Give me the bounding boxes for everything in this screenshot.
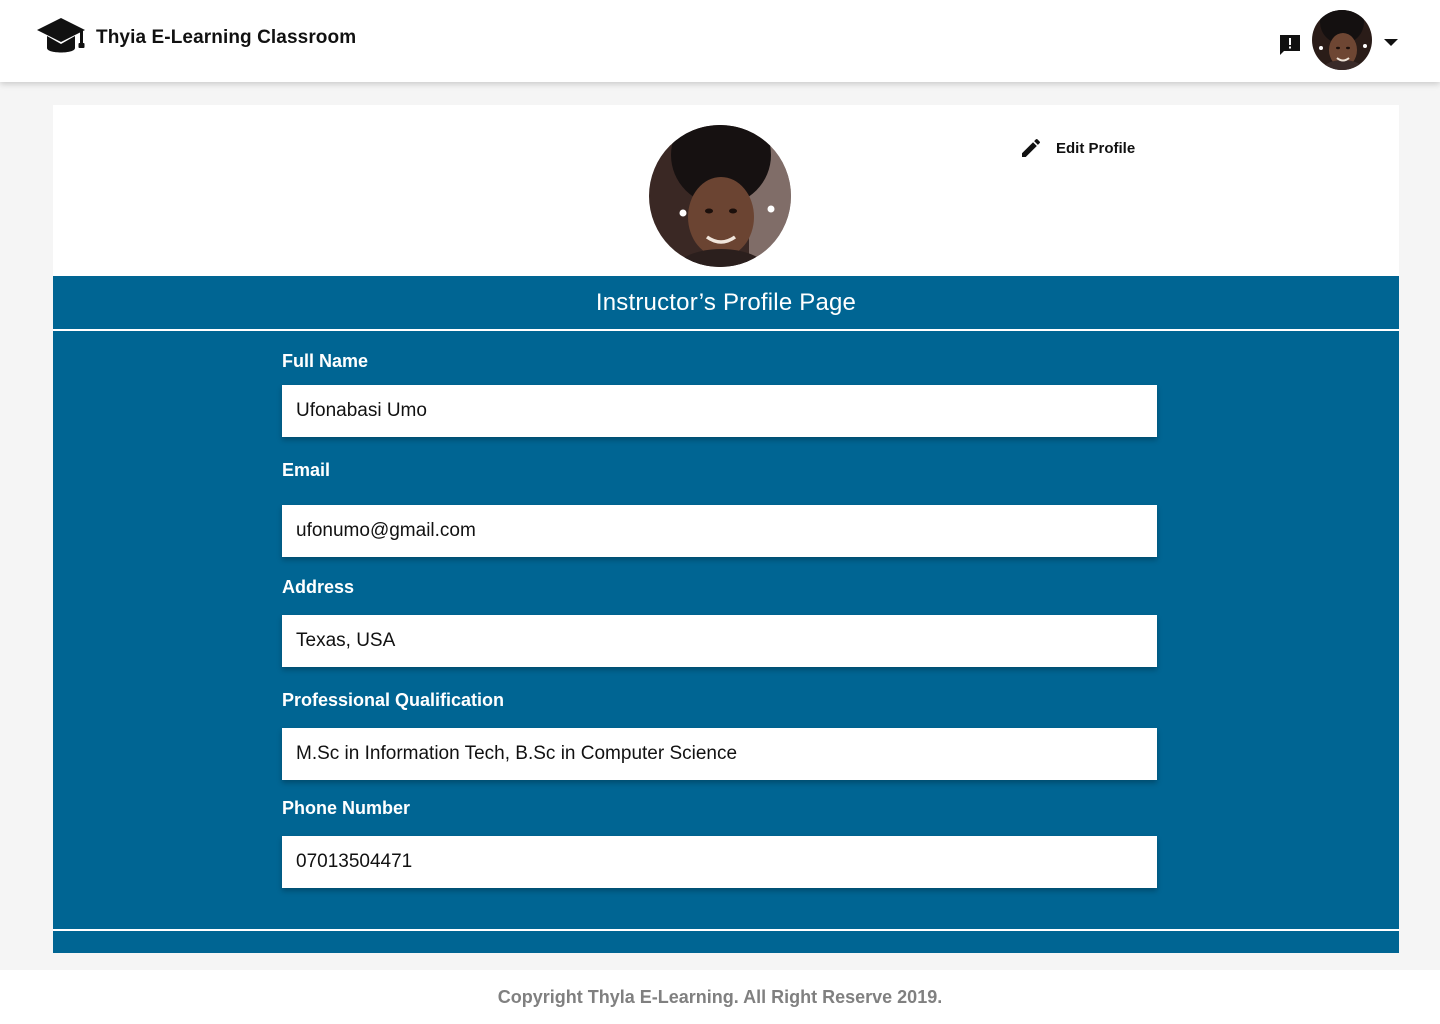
phone-number-field[interactable] (282, 836, 1157, 888)
edit-profile-label: Edit Profile (1056, 139, 1136, 157)
profile-photo-image (649, 125, 791, 267)
avatar-image (1312, 10, 1372, 70)
graduation-cap-icon (37, 18, 85, 53)
qualification-field[interactable] (282, 728, 1157, 780)
edit-profile-button[interactable]: Edit Profile (1019, 135, 1135, 161)
full-name-field[interactable] (282, 385, 1157, 437)
chevron-down-icon (1384, 39, 1398, 46)
brand[interactable]: Thyia E-Learning Classroom (36, 17, 356, 59)
user-avatar[interactable] (1312, 10, 1372, 70)
form-bottom-strip (53, 931, 1399, 953)
brand-title: Thyia E-Learning Classroom (96, 27, 357, 48)
address-field[interactable] (282, 615, 1157, 667)
pencil-icon (1022, 138, 1041, 157)
page-title: Instructor’s Profile Page (595, 288, 857, 316)
profile-photo (649, 125, 791, 267)
email-field[interactable] (282, 505, 1157, 557)
copyright-text: Copyright Thyla E-Learning. All Right Re… (497, 986, 943, 1007)
full-name-label: Full Name (282, 351, 369, 371)
profile-form: Full Name Email Address Professional Qua… (53, 331, 1399, 929)
phone-number-label: Phone Number (282, 798, 411, 818)
profile-card: Edit Profile Instructor’s Profile Page F… (53, 105, 1399, 953)
top-navbar: Thyia E-Learning Classroom (0, 0, 1440, 82)
feedback-icon[interactable] (1278, 33, 1302, 57)
address-label: Address (282, 577, 355, 597)
email-label: Email (282, 460, 331, 480)
qualification-label: Professional Qualification (282, 690, 505, 710)
profile-header: Edit Profile (53, 105, 1399, 276)
user-menu-toggle[interactable] (1378, 30, 1406, 56)
page-title-bar: Instructor’s Profile Page (53, 276, 1399, 329)
footer: Copyright Thyla E-Learning. All Right Re… (0, 970, 1440, 1024)
